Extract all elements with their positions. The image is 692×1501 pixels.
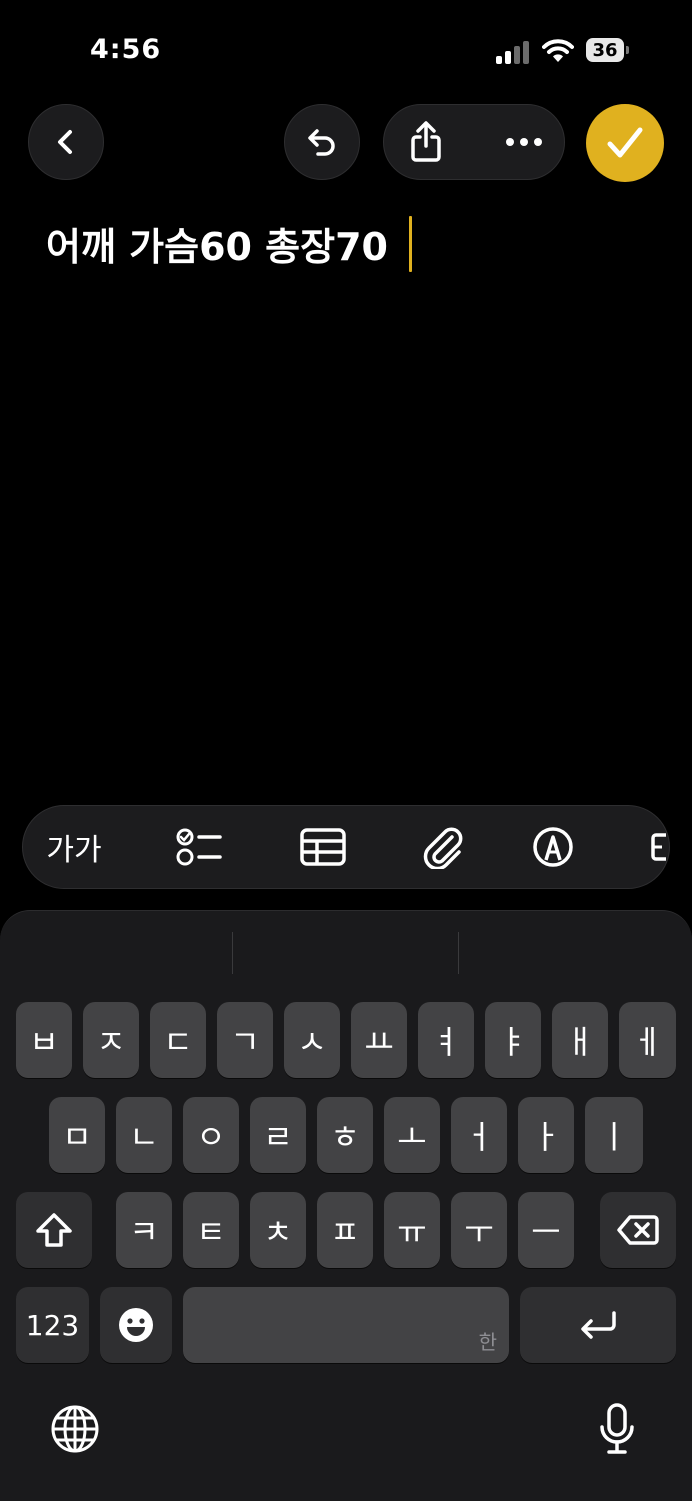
- emoji-icon: [119, 1308, 153, 1342]
- key[interactable]: ㅌ: [183, 1192, 239, 1268]
- key[interactable]: ㅛ: [351, 1002, 407, 1078]
- battery-level: 36: [586, 38, 624, 62]
- markup-pen-icon: [533, 827, 573, 867]
- status-time: 4:56: [90, 34, 162, 65]
- suggestion-divider: [232, 932, 233, 974]
- key[interactable]: ㅁ: [49, 1097, 105, 1173]
- numbers-key[interactable]: 123: [16, 1287, 89, 1363]
- globe-icon: [51, 1405, 99, 1453]
- share-more-group: [383, 104, 565, 180]
- cellular-signal-icon: [496, 40, 532, 64]
- key[interactable]: ㅋ: [116, 1192, 172, 1268]
- delete-key[interactable]: [600, 1192, 676, 1268]
- return-icon: [581, 1311, 616, 1339]
- more-button[interactable]: [484, 105, 564, 179]
- key[interactable]: ㅣ: [585, 1097, 643, 1173]
- note-body-text[interactable]: 어깨 가슴60 총장70: [46, 216, 388, 271]
- key[interactable]: ㅎ: [317, 1097, 373, 1173]
- key[interactable]: ㅊ: [250, 1192, 306, 1268]
- return-key[interactable]: [520, 1287, 676, 1363]
- key[interactable]: ㅅ: [284, 1002, 340, 1078]
- ellipsis-icon: [506, 138, 542, 146]
- key[interactable]: ㄴ: [116, 1097, 172, 1173]
- key[interactable]: ㅍ: [317, 1192, 373, 1268]
- key[interactable]: ㅏ: [518, 1097, 574, 1173]
- space-language-hint: 한: [478, 1330, 497, 1354]
- battery-icon: 36: [586, 38, 630, 64]
- table-button[interactable]: [293, 806, 353, 888]
- key[interactable]: ㅡ: [518, 1192, 574, 1268]
- key[interactable]: ㄱ: [217, 1002, 273, 1078]
- key[interactable]: ㅔ: [619, 1002, 676, 1078]
- done-button[interactable]: [586, 104, 664, 182]
- key[interactable]: ㅂ: [16, 1002, 72, 1078]
- emoji-key[interactable]: [100, 1287, 172, 1363]
- share-button[interactable]: [386, 105, 466, 179]
- dictation-button[interactable]: [589, 1401, 645, 1457]
- paperclip-icon: [423, 827, 463, 869]
- microphone-icon: [600, 1403, 634, 1454]
- key[interactable]: ㅈ: [83, 1002, 139, 1078]
- space-key[interactable]: 한: [183, 1287, 509, 1363]
- text-style-button[interactable]: 가가: [39, 806, 109, 888]
- table-icon: [300, 828, 346, 866]
- key[interactable]: ㅕ: [418, 1002, 474, 1078]
- shift-icon: [36, 1213, 72, 1247]
- format-toolbar: 가가: [22, 805, 670, 889]
- suggestion-divider: [458, 932, 459, 974]
- undo-button[interactable]: [284, 104, 360, 180]
- back-button[interactable]: [28, 104, 104, 180]
- checkmark-icon: [607, 127, 643, 158]
- key[interactable]: ㅗ: [384, 1097, 440, 1173]
- attachment-button[interactable]: [413, 806, 473, 888]
- key[interactable]: ㅠ: [384, 1192, 440, 1268]
- key[interactable]: ㅇ: [183, 1097, 239, 1173]
- checklist-icon: [176, 828, 222, 866]
- share-icon: [411, 121, 441, 162]
- wifi-icon: [542, 38, 574, 64]
- shift-key[interactable]: [16, 1192, 92, 1268]
- globe-button[interactable]: [47, 1401, 103, 1457]
- backspace-icon: [617, 1215, 659, 1245]
- key[interactable]: ㅐ: [552, 1002, 608, 1078]
- key[interactable]: ㅑ: [485, 1002, 541, 1078]
- undo-icon: [308, 129, 335, 156]
- text-cursor: [409, 216, 412, 272]
- markup-button[interactable]: [523, 806, 583, 888]
- key[interactable]: ㅜ: [451, 1192, 507, 1268]
- key[interactable]: ㄹ: [250, 1097, 306, 1173]
- key[interactable]: ㅓ: [451, 1097, 507, 1173]
- checklist-button[interactable]: [169, 806, 229, 888]
- chevron-left-icon: [58, 130, 72, 154]
- key[interactable]: ㄷ: [150, 1002, 206, 1078]
- more-tools-icon[interactable]: [643, 806, 669, 888]
